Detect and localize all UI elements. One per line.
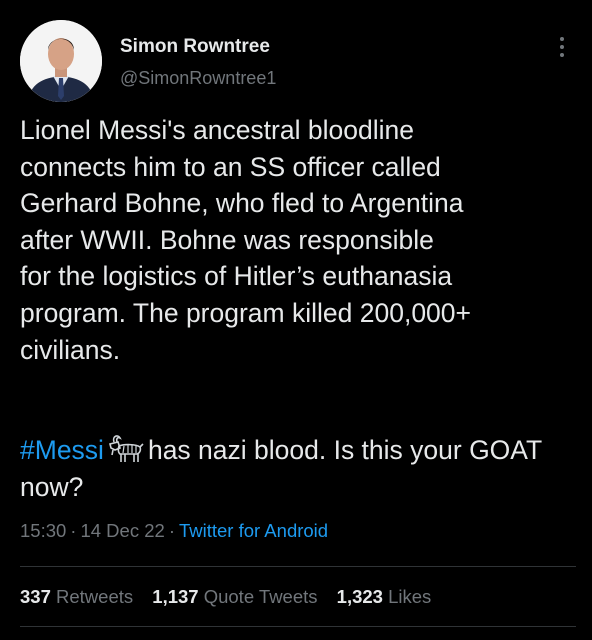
retweets-count: 337	[20, 586, 51, 607]
quote-tweets-label: Quote Tweets	[203, 586, 318, 607]
author-display-name[interactable]: Simon Rowntree	[120, 36, 270, 58]
profile-photo-icon	[20, 20, 102, 102]
likes-stat[interactable]: 1,323 Likes	[337, 586, 432, 607]
tweet-body: Lionel Messi's ancestral bloodline conne…	[20, 115, 472, 365]
more-vertical-icon	[560, 37, 564, 57]
retweets-label: Retweets	[56, 586, 134, 607]
tweet-date[interactable]: 14 Dec 22	[80, 520, 164, 541]
tweet-time[interactable]: 15:30	[20, 520, 66, 541]
retweets-stat[interactable]: 337 Retweets	[20, 586, 133, 607]
tweet-body-continued: #Messi has nazi blood. Is this your GOAT…	[20, 432, 576, 505]
quote-tweets-count: 1,137	[152, 586, 199, 607]
tweet-stats: 337 Retweets 1,137 Quote Tweets 1,323 Li…	[20, 586, 445, 608]
tweet-source-link[interactable]: Twitter for Android	[179, 520, 328, 541]
goat-emoji-icon	[106, 434, 144, 464]
meta-separator: ·	[168, 520, 175, 541]
hashtag-link[interactable]: #Messi	[20, 435, 104, 465]
meta-separator: ·	[70, 520, 77, 541]
avatar[interactable]	[20, 20, 102, 102]
divider	[20, 626, 576, 627]
more-options-button[interactable]	[550, 32, 574, 62]
quote-tweets-stat[interactable]: 1,137 Quote Tweets	[152, 586, 317, 607]
divider	[20, 566, 576, 567]
tweet-meta: 15:30 · 14 Dec 22 · Twitter for Android	[20, 520, 328, 542]
likes-label: Likes	[388, 586, 432, 607]
author-handle[interactable]: @SimonRowntree1	[120, 68, 276, 89]
likes-count: 1,323	[336, 586, 383, 607]
